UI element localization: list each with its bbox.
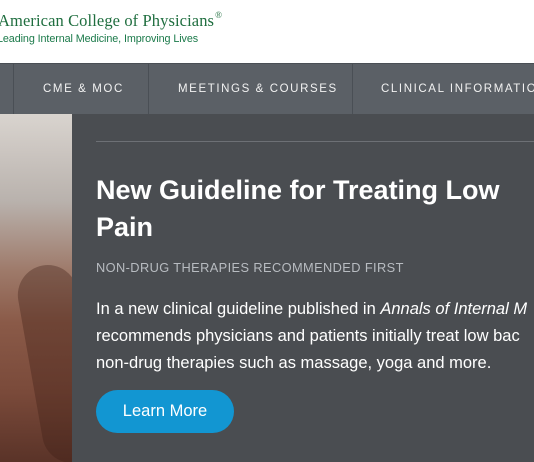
hero-headline-line1: New Guideline for Treating Low	[96, 175, 500, 205]
hero-body: In a new clinical guideline published in…	[96, 296, 534, 377]
site-header: American College of Physicians® Leading …	[0, 0, 534, 63]
nav-item-meetings-courses[interactable]: MEETINGS & COURSES	[178, 64, 338, 114]
logo-tagline: Leading Internal Medicine, Improving Liv…	[0, 33, 199, 45]
learn-more-button[interactable]: Learn More	[96, 390, 234, 433]
hero-panel: New Guideline for Treating Low Pain NON-…	[72, 114, 534, 462]
nav-divider	[352, 64, 353, 114]
hero-image-shading	[13, 260, 72, 462]
nav-divider	[148, 64, 149, 114]
nav-item-clinical-information[interactable]: CLINICAL INFORMATION	[381, 64, 534, 114]
logo-name: American College of Physicians	[0, 11, 215, 30]
main-nav: CME & MOC MEETINGS & COURSES CLINICAL IN…	[0, 63, 534, 114]
hero-image	[0, 114, 72, 462]
hero-body-line3: non-drug therapies such as massage, yoga…	[96, 354, 492, 372]
hero-divider	[96, 141, 534, 142]
registered-mark: ®	[215, 9, 223, 20]
site-logo[interactable]: American College of Physicians®	[0, 9, 223, 31]
nav-item-cme-moc[interactable]: CME & MOC	[43, 64, 124, 114]
hero-body-line2: recommends physicians and patients initi…	[96, 327, 520, 345]
hero-body-line1-prefix: In a new clinical guideline published in	[96, 300, 381, 318]
hero-subhead: NON-DRUG THERAPIES RECOMMENDED FIRST	[96, 260, 404, 275]
hero-headline-line2: Pain	[96, 212, 154, 242]
hero-body-line1: In a new clinical guideline published in…	[96, 296, 534, 323]
nav-divider	[13, 64, 14, 114]
journal-name: Annals of Internal M	[380, 300, 528, 318]
hero-headline: New Guideline for Treating Low Pain	[96, 172, 534, 246]
